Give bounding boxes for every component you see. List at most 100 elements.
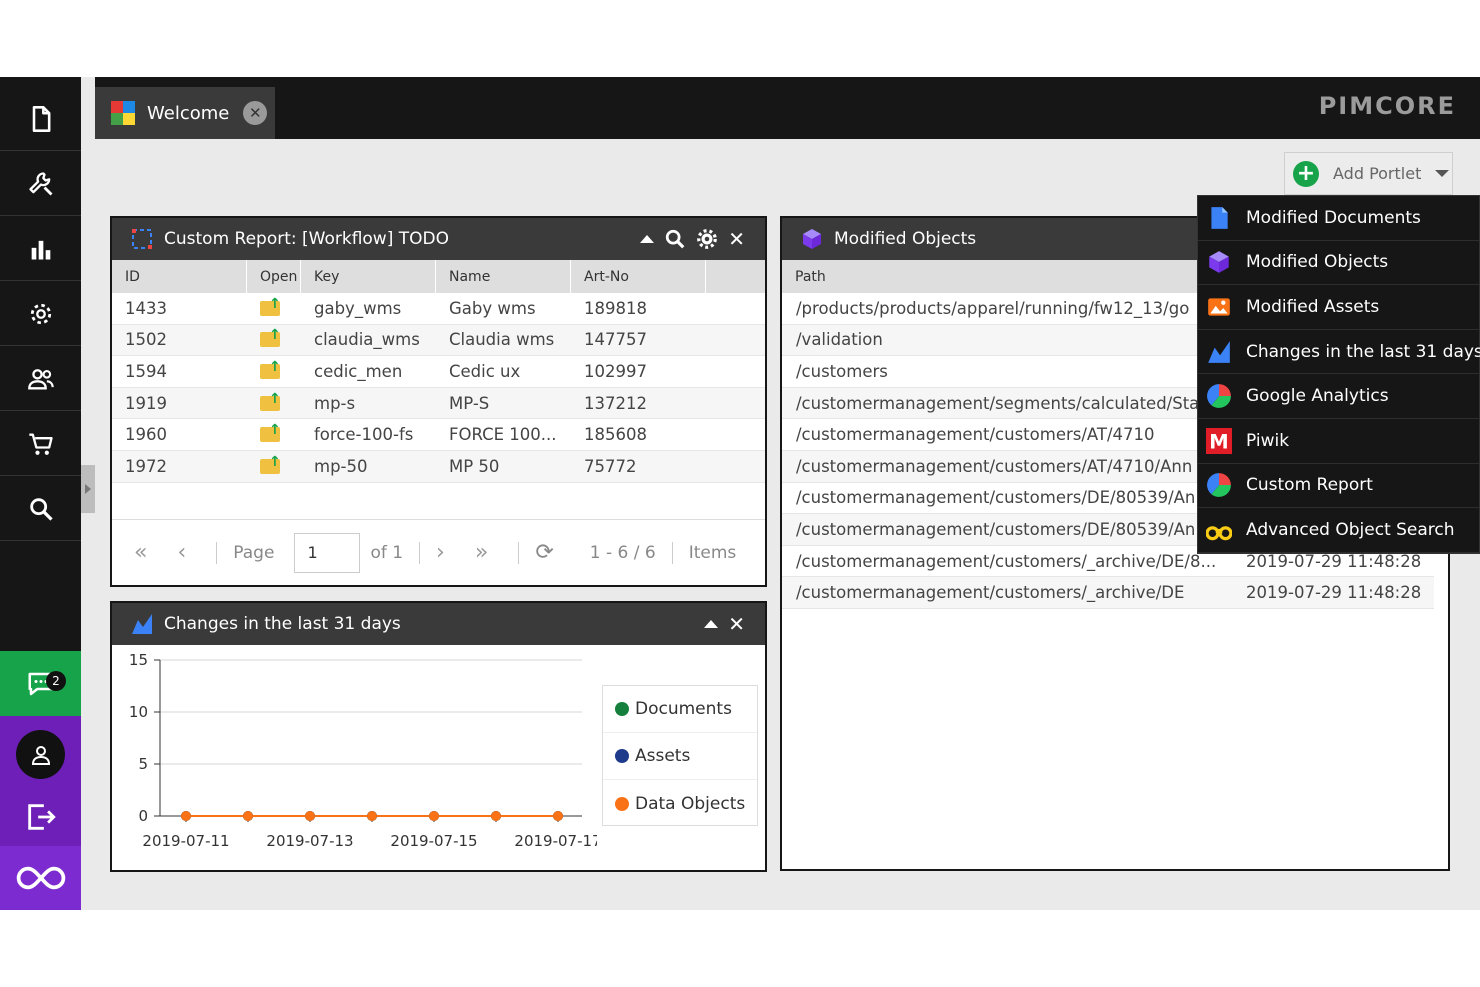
legend-dot bbox=[615, 749, 629, 763]
column-header-open[interactable]: Open bbox=[247, 260, 301, 293]
search-icon[interactable] bbox=[664, 228, 686, 250]
cell-path: /validation bbox=[796, 330, 883, 350]
search-icon bbox=[29, 497, 53, 521]
close-tab-icon[interactable]: ✕ bbox=[243, 101, 268, 125]
page-range: 1 - 6 / 6 bbox=[589, 542, 656, 563]
cell-date: 2019-07-29 11:48:28 bbox=[1246, 583, 1422, 603]
open-folder-icon[interactable]: ↑ bbox=[260, 328, 281, 348]
chevron-down-icon bbox=[1435, 170, 1450, 177]
wrench-icon bbox=[28, 171, 52, 195]
legend-item-assets[interactable]: Assets bbox=[603, 733, 757, 780]
next-page-icon[interactable]: › bbox=[436, 540, 445, 565]
nav-tools[interactable] bbox=[0, 152, 81, 216]
menu-item-label: Piwik bbox=[1246, 430, 1290, 451]
column-header-key[interactable]: Key bbox=[301, 260, 436, 293]
bar-chart-icon bbox=[31, 240, 50, 259]
table-row[interactable]: 1433 ↑ gaby_wms Gaby wms 189818 bbox=[112, 293, 765, 325]
document-icon bbox=[1211, 206, 1228, 229]
collapse-icon[interactable] bbox=[640, 235, 655, 243]
table-row[interactable]: 1594 ↑ cedic_men Cedic ux 102997 bbox=[112, 356, 765, 388]
first-page-icon[interactable]: « bbox=[134, 540, 147, 565]
cell-open: ↑ bbox=[247, 388, 301, 419]
nav-ecommerce[interactable] bbox=[0, 412, 81, 476]
open-folder-icon[interactable]: ↑ bbox=[260, 423, 281, 443]
pie-chart-icon bbox=[1207, 384, 1231, 409]
menu-item-advanced-object-search[interactable]: Advanced Object Search bbox=[1198, 508, 1479, 553]
user-icon bbox=[31, 745, 50, 765]
svg-text:M: M bbox=[1209, 430, 1228, 453]
cell-name: Cedic ux bbox=[449, 361, 521, 381]
chat-button[interactable]: 2 bbox=[0, 651, 81, 716]
cube-icon bbox=[1209, 251, 1229, 274]
custom-report-header: Custom Report: [Workflow] TODO ✕ bbox=[112, 218, 765, 260]
modified-objects-title: Modified Objects bbox=[834, 229, 977, 249]
cell-name: Claudia wms bbox=[449, 330, 555, 350]
cell-id: 1919 bbox=[125, 393, 167, 413]
page-of-label: of 1 bbox=[370, 542, 404, 563]
menu-item-modified-assets[interactable]: Modified Assets bbox=[1198, 285, 1479, 330]
profile-button[interactable] bbox=[16, 730, 65, 779]
refresh-icon[interactable]: ⟳ bbox=[535, 540, 553, 565]
close-icon[interactable]: ✕ bbox=[728, 227, 745, 251]
x-tick-label: 2019-07-17 bbox=[514, 832, 597, 850]
x-tick-label: 2019-07-11 bbox=[142, 832, 229, 850]
nav-settings[interactable] bbox=[0, 282, 81, 346]
pimcore-logo-button[interactable] bbox=[0, 846, 81, 910]
tab-title: Welcome bbox=[147, 102, 230, 124]
cell-path: /customermanagement/customers/AT/4710 bbox=[796, 425, 1155, 445]
cell-art-no: 75772 bbox=[584, 456, 637, 476]
menu-item-modified-objects[interactable]: Modified Objects bbox=[1198, 241, 1479, 286]
cell-key: cedic_men bbox=[314, 361, 403, 381]
cell-art-no: 189818 bbox=[584, 298, 647, 318]
column-header-name[interactable]: Name bbox=[436, 260, 571, 293]
open-folder-icon[interactable]: ↑ bbox=[260, 297, 281, 316]
table-row[interactable]: 1502 ↑ claudia_wms Claudia wms 147757 bbox=[112, 324, 765, 357]
menu-item-changes-in-the-last-31-days[interactable]: Changes in the last 31 days bbox=[1198, 330, 1480, 375]
add-portlet-button[interactable]: + Add Portlet bbox=[1284, 152, 1453, 195]
close-icon[interactable]: ✕ bbox=[728, 612, 745, 636]
plus-icon: + bbox=[1293, 160, 1319, 187]
column-header-id[interactable]: ID bbox=[112, 260, 247, 293]
open-folder-icon[interactable]: ↑ bbox=[260, 392, 281, 411]
cell-id: 1972 bbox=[125, 456, 167, 476]
cell-date: 2019-07-29 11:48:28 bbox=[1246, 551, 1422, 571]
prev-page-icon[interactable]: ‹ bbox=[177, 540, 186, 565]
y-tick-label: 10 bbox=[129, 703, 148, 721]
collapse-icon[interactable] bbox=[704, 620, 719, 628]
cell-key: mp-s bbox=[314, 393, 356, 413]
chevron-right-icon bbox=[85, 484, 91, 494]
open-folder-icon[interactable]: ↑ bbox=[260, 455, 281, 474]
menu-item-custom-report[interactable]: Custom Report bbox=[1198, 464, 1479, 509]
page-label: Page bbox=[233, 542, 275, 563]
cell-key: mp-50 bbox=[314, 456, 368, 476]
table-row[interactable]: 1960 ↑ force-100-fs FORCE 100... 185608 bbox=[112, 419, 765, 451]
open-folder-icon[interactable]: ↑ bbox=[260, 360, 281, 379]
menu-item-piwik[interactable]: M Piwik bbox=[1198, 419, 1479, 464]
cell-open: ↑ bbox=[247, 419, 301, 450]
gear-icon bbox=[30, 303, 51, 324]
cell-key: gaby_wms bbox=[314, 298, 402, 318]
menu-item-google-analytics[interactable]: Google Analytics bbox=[1198, 374, 1479, 419]
nav-reports[interactable] bbox=[0, 217, 81, 281]
sidebar-collapse-handle[interactable] bbox=[81, 465, 95, 513]
nav-search[interactable] bbox=[0, 477, 81, 541]
menu-item-modified-documents[interactable]: Modified Documents bbox=[1198, 196, 1479, 241]
table-row[interactable]: 1972 ↑ mp-50 MP 50 75772 bbox=[112, 450, 765, 483]
legend-item-documents[interactable]: Documents bbox=[603, 686, 757, 733]
nav-documents[interactable] bbox=[0, 87, 81, 151]
legend-item-data-objects[interactable]: Data Objects bbox=[603, 780, 757, 827]
logout-button[interactable] bbox=[24, 800, 58, 834]
tab-welcome[interactable]: Welcome ✕ bbox=[95, 87, 275, 139]
nav-users[interactable] bbox=[0, 347, 81, 411]
page-input[interactable] bbox=[294, 532, 361, 573]
welcome-icon bbox=[111, 101, 135, 125]
table-row[interactable]: /customermanagement/customers/_archive/D… bbox=[782, 577, 1434, 609]
last-page-icon[interactable]: » bbox=[475, 540, 488, 565]
gear-icon[interactable] bbox=[696, 228, 718, 250]
table-row[interactable]: 1919 ↑ mp-s MP-S 137212 bbox=[112, 387, 765, 420]
cell-open: ↑ bbox=[247, 293, 301, 324]
cell-id: 1433 bbox=[125, 298, 167, 318]
legend-label: Data Objects bbox=[635, 793, 746, 814]
column-header-art-no[interactable]: Art-No bbox=[571, 260, 706, 293]
data-point-data-objects bbox=[491, 811, 501, 821]
